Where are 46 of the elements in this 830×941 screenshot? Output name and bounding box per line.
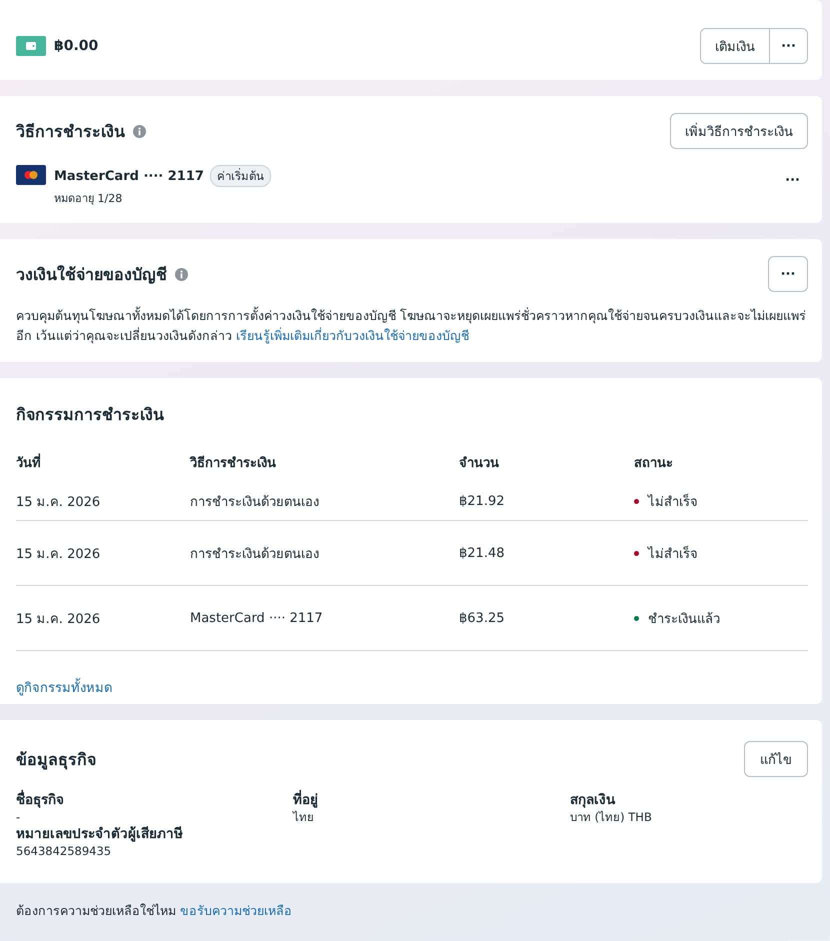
field-value: - — [16, 809, 22, 825]
field-value: บาท (ไทย) THB — [570, 809, 653, 825]
section-title: กิจกรรมการชำระเงิน — [16, 404, 165, 426]
get-help-link[interactable]: ขอรับความช่วยเหลือ — [180, 901, 292, 921]
amount-cell-text: ฿63.25 — [459, 610, 506, 626]
add-payment-method-button[interactable]: เพิ่มวิธีการชำระเงิน — [670, 113, 808, 149]
edit-button[interactable]: แก้ไข — [744, 741, 808, 777]
field-value: ไทย — [293, 809, 315, 825]
amount-cell-text: ฿21.92 — [459, 494, 506, 509]
field-label: ชื่อธุรกิจ — [16, 791, 293, 809]
learn-more-link[interactable]: เรียนรู้เพิ่มเติมเกี่ยวกับวงเงินใช้จ่ายของบัญชี — [236, 328, 469, 343]
field-label: ที่อยู่ — [293, 791, 570, 809]
card-logo-icon — [16, 165, 46, 185]
status-text: ไม่สำเร็จ — [648, 544, 698, 564]
field-value: 5643842589435 — [16, 843, 112, 859]
balance-amount: ฿0.00 — [54, 38, 98, 54]
column-header: จำนวน — [459, 455, 500, 473]
description-text: ควบคุมต้นทุนโฆษณาทั้งหมดได้โดยการการตั้งค่าวงเงินใช้จ่ายของบัญชี โฆษณาจะหยุดเผยแพร่ชั่วคราวหากคุณใช้จ่ายจนครบวงเงินและจะไม่เผยแพร่อีก เว้นแต่ว่าคุณจะเปลี่ยนวงเงินดังกล่าว เรียนรู้เพิ่มเติมเกี่ยวกับวงเงินใช้จ่ายของบัญชี — [16, 306, 807, 346]
card-expiry: หมดอายุ 1/28 — [54, 191, 124, 207]
date-cell-text: 15 ม.ค. 2026 — [16, 610, 102, 628]
method-cell-text: MasterCard ···· 2117 — [190, 610, 324, 626]
field-label: สกุลเงิน — [570, 791, 616, 809]
info-icon[interactable] — [133, 124, 146, 138]
help-text: ต้องการความช่วยเหลือใช่ไหม — [16, 902, 177, 920]
amount-cell-text: ฿21.48 — [459, 546, 506, 560]
status-text: ไม่สำเร็จ — [648, 492, 698, 512]
column-header: วันที่ — [16, 452, 190, 473]
field-label: หมายเลขประจำตัวผู้เสียภาษี — [16, 825, 184, 843]
more-button[interactable]: ··· — [769, 29, 807, 63]
card-name: MasterCard ···· 2117 — [54, 168, 204, 184]
column-header: สถานะ — [634, 455, 674, 473]
section-title: วิธีการชำระเงิน — [16, 120, 125, 142]
info-icon[interactable] — [175, 268, 188, 280]
more-button[interactable]: ··· — [781, 173, 804, 188]
wallet-icon — [16, 36, 46, 56]
method-cell-text: การชำระเงินด้วยตนเอง — [190, 494, 320, 512]
section-title: ข้อมูลธุรกิจ — [16, 748, 96, 772]
column-header: วิธีการชำระเงิน — [190, 454, 277, 473]
date-cell-text: 15 ม.ค. 2026 — [16, 494, 102, 512]
default-tag: ค่าเริ่มต้น — [210, 165, 271, 187]
more-button[interactable]: ··· — [768, 256, 808, 292]
view-all-activity-link[interactable]: ดูกิจกรรมทั้งหมด — [16, 677, 112, 698]
section-title: วงเงินใช้จ่ายของบัญชี — [16, 264, 167, 286]
date-cell-text: 15 ม.ค. 2026 — [16, 546, 102, 564]
method-cell-text: การชำระเงินด้วยตนเอง — [190, 546, 320, 564]
status-text: ชำระเงินแล้ว — [648, 610, 720, 628]
